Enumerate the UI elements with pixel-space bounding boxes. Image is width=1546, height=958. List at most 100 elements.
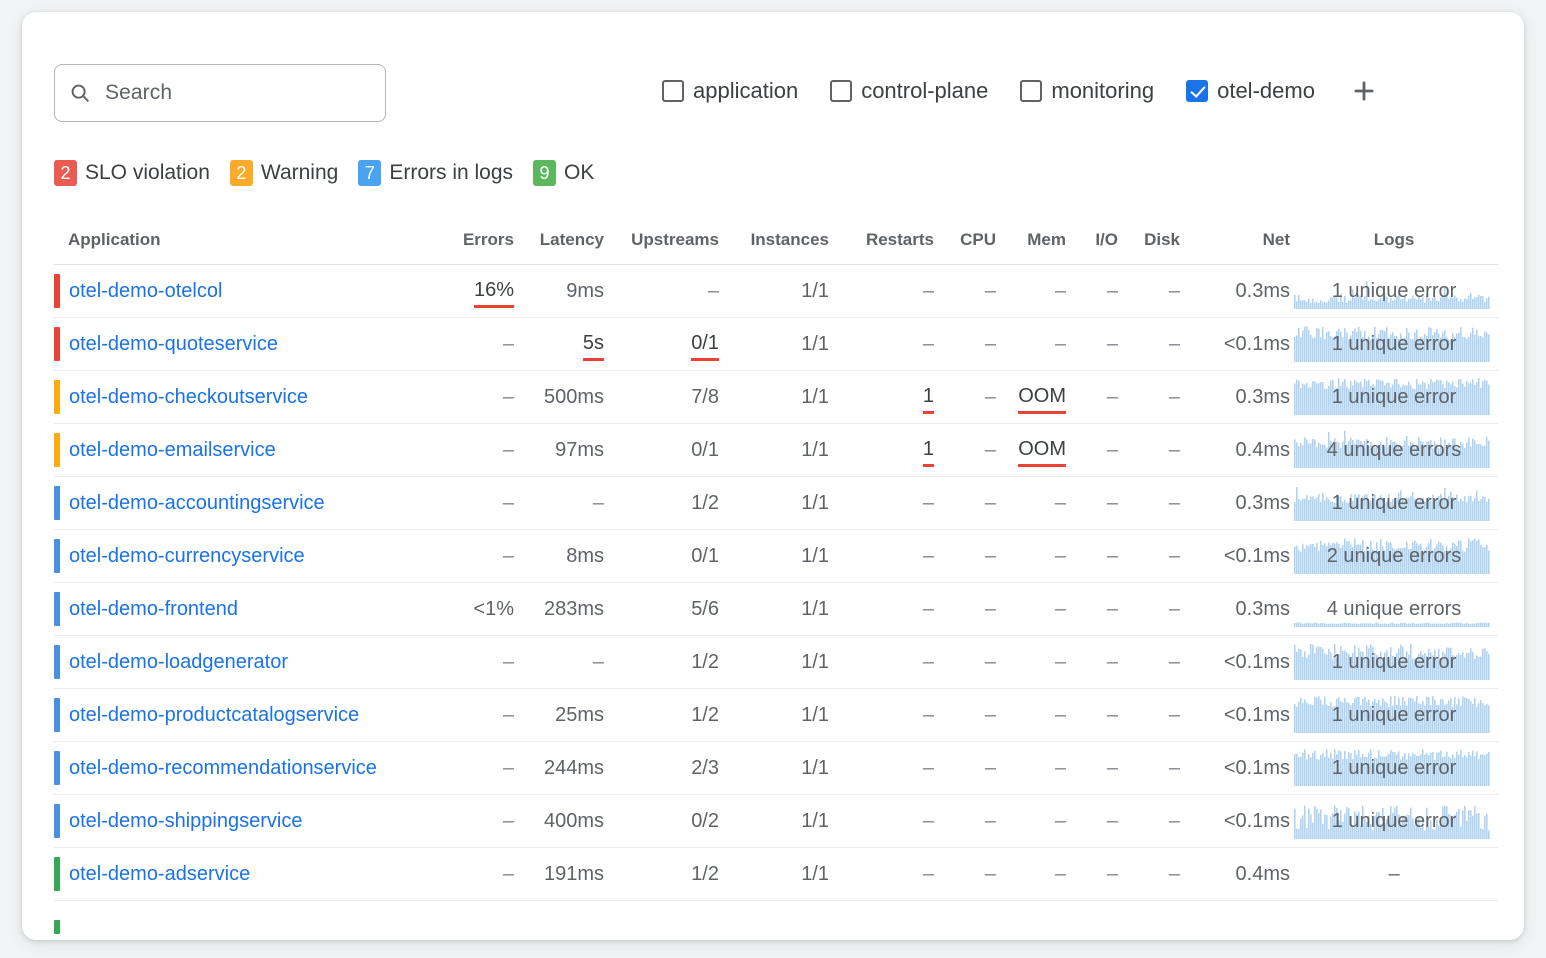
errors-cell: – xyxy=(434,848,514,901)
mem-cell: – xyxy=(996,530,1066,583)
application-link[interactable]: otel-demo-checkoutservice xyxy=(69,386,308,409)
application-link[interactable]: otel-demo-currencyservice xyxy=(69,545,305,568)
application-link[interactable]: otel-demo-loadgenerator xyxy=(69,651,288,674)
logs-label: 1 unique error xyxy=(1332,757,1457,780)
filter-application[interactable]: application xyxy=(662,78,798,104)
table-row[interactable]: otel-demo-otelcol16%9ms–1/1–––––0.3ms1 u… xyxy=(54,265,1498,318)
filter-monitoring-checkbox[interactable] xyxy=(1020,80,1042,102)
io-cell-value: – xyxy=(1107,863,1118,885)
table-row[interactable]: otel-demo-accountingservice––1/21/1–––––… xyxy=(54,477,1498,530)
application-link[interactable]: otel-demo-productcatalogservice xyxy=(69,704,359,727)
column-header-disk[interactable]: Disk xyxy=(1118,224,1180,265)
latency-cell-value: 5s xyxy=(583,332,604,357)
logs-label: 1 unique error xyxy=(1332,492,1457,515)
search-input[interactable]: Search xyxy=(54,64,386,122)
application-link[interactable]: otel-demo-emailservice xyxy=(69,439,276,462)
table-row[interactable]: otel-demo-frontend<1%283ms5/61/1–––––0.3… xyxy=(54,583,1498,636)
filter-control-plane-checkbox[interactable] xyxy=(830,80,852,102)
cpu-cell-value: – xyxy=(985,598,996,620)
column-header-upstreams[interactable]: Upstreams xyxy=(604,224,719,265)
table-row[interactable]: otel-demo-recommendationservice–244ms2/3… xyxy=(54,742,1498,795)
column-header-mem[interactable]: Mem xyxy=(996,224,1066,265)
status-chip-ok[interactable]: 9 OK xyxy=(533,160,594,186)
column-header-errors[interactable]: Errors xyxy=(434,224,514,265)
filter-application-checkbox[interactable] xyxy=(662,80,684,102)
application-link[interactable]: otel-demo-adservice xyxy=(69,863,250,886)
logs-cell[interactable]: 4 unique errors xyxy=(1290,424,1498,477)
upstreams-cell: 1/2 xyxy=(604,477,719,530)
logs-cell[interactable]: 4 unique errors xyxy=(1290,583,1498,636)
upstreams-cell-value: 0/1 xyxy=(691,439,719,461)
status-chip-warning[interactable]: 2 Warning xyxy=(230,160,338,186)
logs-cell[interactable]: 1 unique error xyxy=(1290,371,1498,424)
table-row[interactable]: otel-demo-currencyservice–8ms0/11/1–––––… xyxy=(54,530,1498,583)
add-filter-button[interactable] xyxy=(1347,74,1381,108)
table-row[interactable]: otel-demo-checkoutservice–500ms7/81/11–O… xyxy=(54,371,1498,424)
errors-cell: – xyxy=(434,689,514,742)
disk-cell: – xyxy=(1118,424,1180,477)
io-cell-value: – xyxy=(1107,651,1118,673)
net-cell: 0.4ms xyxy=(1180,848,1290,901)
cpu-cell: – xyxy=(934,742,996,795)
upstreams-cell-value: – xyxy=(708,280,719,302)
logs-cell[interactable]: 1 unique error xyxy=(1290,477,1498,530)
table-row[interactable]: otel-demo-quoteservice–5s0/11/1–––––<0.1… xyxy=(54,318,1498,371)
errors-cell-value: – xyxy=(503,757,514,779)
restarts-cell-value: 1 xyxy=(923,438,934,463)
application-link[interactable]: otel-demo-quoteservice xyxy=(69,333,278,356)
logs-cell[interactable]: 1 unique error xyxy=(1290,636,1498,689)
table-row[interactable]: otel-demo-loadgenerator––1/21/1–––––<0.1… xyxy=(54,636,1498,689)
disk-cell: – xyxy=(1118,530,1180,583)
instances-cell-value: 1/1 xyxy=(801,810,829,832)
table-row[interactable]: otel-demo-adservice–191ms1/21/1–––––0.4m… xyxy=(54,848,1498,901)
latency-cell: 283ms xyxy=(514,583,604,636)
logs-cell[interactable]: 1 unique error xyxy=(1290,318,1498,371)
table-row[interactable]: otel-demo-emailservice–97ms0/11/11–OOM––… xyxy=(54,424,1498,477)
io-cell-value: – xyxy=(1107,545,1118,567)
column-header-logs[interactable]: Logs xyxy=(1290,224,1498,265)
status-chip-errors-in-logs[interactable]: 7 Errors in logs xyxy=(358,160,513,186)
io-cell-value: – xyxy=(1107,757,1118,779)
cpu-cell: – xyxy=(934,848,996,901)
application-link[interactable]: otel-demo-shippingservice xyxy=(69,810,302,833)
column-header-net[interactable]: Net xyxy=(1180,224,1290,265)
application-link[interactable]: otel-demo-otelcol xyxy=(69,280,222,303)
logs-cell[interactable]: 1 unique error xyxy=(1290,795,1498,848)
disk-cell-value: – xyxy=(1169,863,1180,885)
disk-cell-value: – xyxy=(1169,598,1180,620)
application-link[interactable]: otel-demo-accountingservice xyxy=(69,492,325,515)
status-chip-slo-violation[interactable]: 2 SLO violation xyxy=(54,160,210,186)
logs-cell[interactable]: 1 unique error xyxy=(1290,689,1498,742)
application-link[interactable]: otel-demo-recommendationservice xyxy=(69,757,377,780)
disk-cell: – xyxy=(1118,795,1180,848)
logs-cell[interactable]: 1 unique error xyxy=(1290,742,1498,795)
filter-otel-demo-checkbox[interactable] xyxy=(1186,80,1208,102)
table-row-partial[interactable] xyxy=(54,901,1498,941)
restarts-cell-value: – xyxy=(923,545,934,567)
logs-cell[interactable]: 2 unique errors xyxy=(1290,530,1498,583)
application-cell: otel-demo-productcatalogservice xyxy=(54,689,434,742)
table-row[interactable]: otel-demo-productcatalogservice–25ms1/21… xyxy=(54,689,1498,742)
io-cell-value: – xyxy=(1107,598,1118,620)
column-header-latency[interactable]: Latency xyxy=(514,224,604,265)
table-row[interactable]: otel-demo-shippingservice–400ms0/21/1–––… xyxy=(54,795,1498,848)
application-cell: otel-demo-recommendationservice xyxy=(54,742,434,795)
logs-cell[interactable]: 1 unique error xyxy=(1290,265,1498,318)
filter-monitoring[interactable]: monitoring xyxy=(1020,78,1154,104)
row-status-indicator xyxy=(54,804,60,838)
column-header-restarts[interactable]: Restarts xyxy=(829,224,934,265)
latency-cell: 191ms xyxy=(514,848,604,901)
filter-otel-demo[interactable]: otel-demo xyxy=(1186,78,1315,104)
restarts-cell: – xyxy=(829,848,934,901)
application-link[interactable]: otel-demo-frontend xyxy=(69,598,238,621)
instances-cell: 1/1 xyxy=(719,742,829,795)
filter-control-plane[interactable]: control-plane xyxy=(830,78,988,104)
column-header-application[interactable]: Application xyxy=(54,224,434,265)
logs-cell[interactable]: – xyxy=(1290,848,1498,901)
column-header-io[interactable]: I/O xyxy=(1066,224,1118,265)
instances-cell-value: 1/1 xyxy=(801,333,829,355)
errors-cell-value: – xyxy=(503,810,514,832)
upstreams-cell: 2/3 xyxy=(604,742,719,795)
column-header-cpu[interactable]: CPU xyxy=(934,224,996,265)
column-header-instances[interactable]: Instances xyxy=(719,224,829,265)
